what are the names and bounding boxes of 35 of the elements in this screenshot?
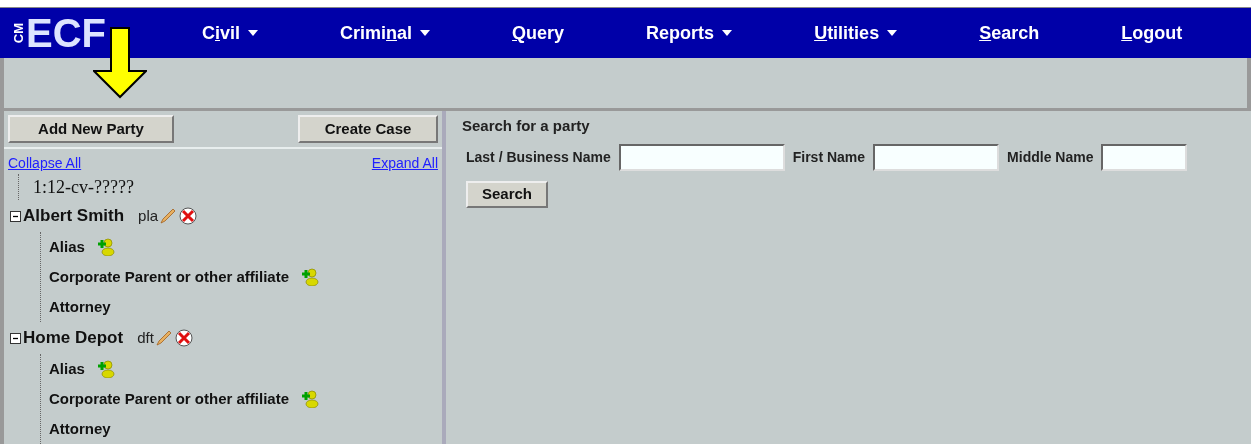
tree-item-label: Attorney — [49, 296, 111, 317]
delete-icon[interactable] — [174, 329, 193, 347]
menu-item[interactable]: Search — [959, 19, 1060, 47]
menu-item[interactable]: Logout — [1101, 19, 1203, 47]
name-input-field[interactable] — [873, 143, 1000, 171]
tree-item-label: Alias — [49, 236, 85, 257]
party-role: dft — [137, 327, 154, 348]
search-section-title: Search for a party — [462, 116, 591, 136]
collapse-toggle-icon[interactable] — [10, 332, 21, 344]
tree-item-label: Alias — [49, 358, 85, 379]
party-name: Albert Smith — [23, 205, 125, 228]
cmecf-logo: CM ECF — [12, 13, 107, 53]
add-new-party-button[interactable]: Add New Party — [8, 115, 174, 143]
field-label: Last / Business Name — [466, 147, 611, 167]
party-role: pla — [138, 205, 159, 226]
collapse-all-link[interactable]: Collapse All — [8, 153, 82, 174]
collapse-toggle-icon[interactable] — [10, 210, 21, 222]
field-label: Middle Name — [1007, 147, 1094, 167]
delete-icon[interactable] — [179, 207, 198, 225]
tree-item-label: Corporate Parent or other affiliate — [49, 266, 290, 287]
menu-item[interactable]: Criminal — [320, 19, 451, 47]
menu-item[interactable]: Civil — [182, 19, 279, 47]
tree-item-label: Corporate Parent or other affiliate — [49, 388, 290, 409]
menu-item[interactable]: Utilities — [794, 19, 918, 47]
menu-item[interactable]: Query — [492, 19, 585, 47]
party-name: Home Depot — [23, 327, 124, 350]
create-case-button[interactable]: Create Case — [298, 115, 438, 143]
field-label: First Name — [792, 147, 866, 167]
tree-item-label: Attorney — [49, 418, 111, 439]
expand-all-link[interactable]: Expand All — [371, 153, 438, 174]
name-input-field[interactable] — [618, 143, 785, 171]
search-button[interactable]: Search — [466, 180, 548, 208]
menu-item[interactable]: Reports — [626, 19, 753, 47]
case-number: 1:12-cv-????? — [33, 176, 135, 199]
name-input-field[interactable] — [1101, 143, 1188, 171]
